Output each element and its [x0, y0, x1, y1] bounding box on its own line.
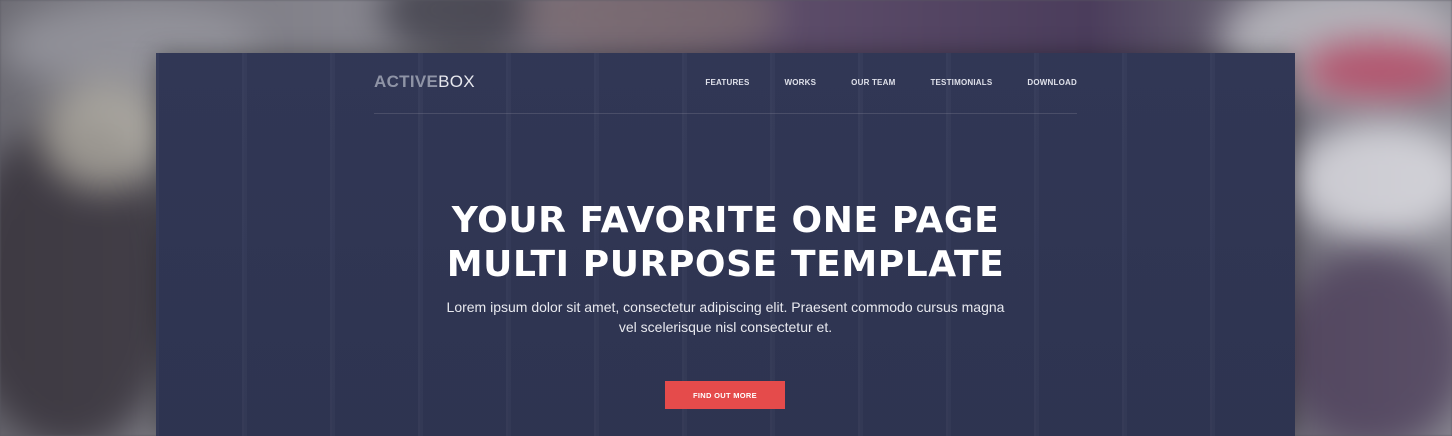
- nav-item-testimonials[interactable]: TESTIMONIALS: [930, 78, 992, 88]
- hero-subtitle: Lorem ipsum dolor sit amet, consectetur …: [156, 297, 1295, 337]
- background-blur-shape: [1290, 120, 1452, 240]
- nav-item-download[interactable]: DOWNLOAD: [1027, 78, 1077, 88]
- hero-title-line-1: YOUR FAVORITE ONE PAGE: [451, 200, 1000, 241]
- nav-item-features[interactable]: FEATURES: [705, 78, 749, 88]
- hero-title-line-2: MULTI PURPOSE TEMPLATE: [446, 244, 1005, 285]
- background-blur-shape: [1280, 250, 1452, 436]
- site-logo[interactable]: ACTIVEBOX: [374, 73, 475, 91]
- background-blur-shape: [380, 0, 540, 60]
- main-navigation: FEATURES WORKS OUR TEAM TESTIMONIALS DOW…: [670, 78, 1077, 88]
- logo-text-active: ACTIVE: [374, 72, 439, 91]
- hero-subtitle-line-2: vel scelerisque nisl consectetur et.: [618, 319, 833, 335]
- template-preview: ACTIVEBOX FEATURES WORKS OUR TEAM TESTIM…: [156, 53, 1295, 436]
- background-blur-shape: [40, 80, 170, 190]
- header-bar: ACTIVEBOX FEATURES WORKS OUR TEAM TESTIM…: [374, 53, 1077, 114]
- find-out-more-button[interactable]: FIND OUT MORE: [665, 381, 785, 409]
- nav-item-works[interactable]: WORKS: [785, 78, 817, 88]
- hero-subtitle-line-1: Lorem ipsum dolor sit amet, consectetur …: [446, 299, 1005, 315]
- background-blur-shape: [520, 0, 780, 60]
- hero-title: YOUR FAVORITE ONE PAGE MULTI PURPOSE TEM…: [156, 199, 1295, 287]
- background-blur-shape: [1300, 40, 1452, 100]
- nav-item-our-team[interactable]: OUR TEAM: [851, 78, 895, 88]
- logo-text-box: BOX: [438, 72, 475, 91]
